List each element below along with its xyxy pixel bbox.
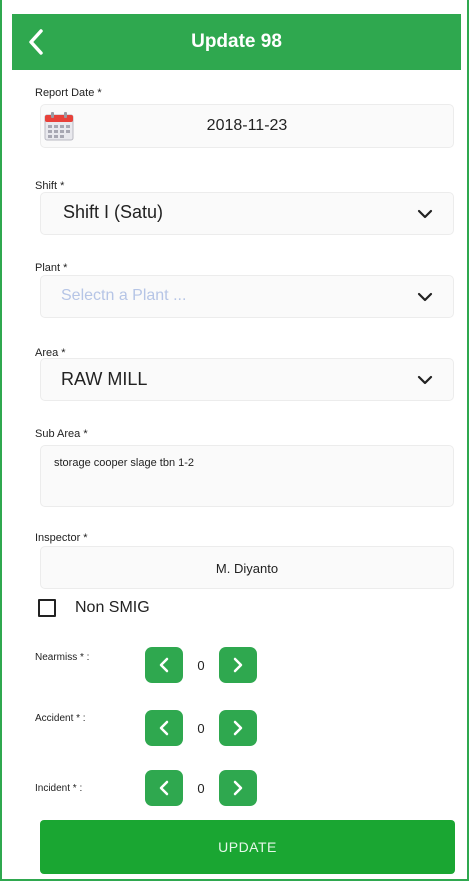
nearmiss-value: 0	[197, 657, 205, 673]
chevron-right-icon	[233, 720, 243, 736]
accident-increment-button[interactable]	[219, 710, 257, 746]
chevron-down-icon	[417, 375, 433, 384]
shift-value: Shift I (Satu)	[63, 202, 164, 222]
sub-area-textarea[interactable]: storage cooper slage tbn 1-2	[40, 445, 454, 507]
chevron-left-icon	[159, 780, 169, 796]
accident-stepper: 0	[145, 710, 257, 746]
inspector-value: M. Diyanto	[215, 561, 279, 576]
inspector-label: Inspector *	[35, 532, 88, 544]
accident-decrement-button[interactable]	[145, 710, 183, 746]
chevron-left-icon	[159, 657, 169, 673]
incident-value: 0	[197, 780, 205, 796]
inspector-field[interactable]: M. Diyanto	[40, 546, 454, 589]
accident-label: Accident * :	[35, 713, 86, 724]
nearmiss-label: Nearmiss * :	[35, 652, 90, 663]
area-select[interactable]: RAW MILL	[40, 358, 454, 401]
plant-placeholder: Selectn a Plant ...	[61, 287, 187, 304]
back-button[interactable]	[18, 24, 54, 60]
accident-value: 0	[197, 720, 205, 736]
non-smig-label: Non SMIG	[75, 599, 150, 616]
report-date-value: 2018-11-23	[206, 117, 288, 134]
plant-select[interactable]: Selectn a Plant ...	[40, 275, 454, 318]
sub-area-label: Sub Area *	[35, 428, 88, 440]
nearmiss-stepper: 0	[145, 647, 257, 683]
area-value: RAW MILL	[61, 369, 148, 389]
sub-area-value: storage cooper slage tbn 1-2	[54, 457, 195, 469]
update-button[interactable]: UPDATE	[40, 820, 455, 874]
report-date-field[interactable]: 2018-11-23	[40, 104, 454, 148]
nearmiss-increment-button[interactable]	[219, 647, 257, 683]
chevron-down-icon	[417, 292, 433, 301]
incident-label: Incident * :	[35, 783, 83, 794]
page-title: Update 98	[191, 31, 282, 52]
shift-label: Shift *	[35, 180, 65, 192]
nearmiss-decrement-button[interactable]	[145, 647, 183, 683]
report-date-label: Report Date *	[35, 87, 102, 99]
chevron-down-icon	[417, 209, 433, 218]
app-screen: Update 98 Report Date * 2018-11-23 Shift…	[0, 0, 469, 881]
app-header: Update 98	[12, 14, 461, 70]
shift-select[interactable]: Shift I (Satu)	[40, 192, 454, 235]
incident-decrement-button[interactable]	[145, 770, 183, 806]
chevron-right-icon	[233, 780, 243, 796]
incident-stepper: 0	[145, 770, 257, 806]
chevron-left-icon	[29, 29, 43, 55]
non-smig-checkbox[interactable]	[38, 599, 56, 617]
chevron-right-icon	[233, 657, 243, 673]
incident-increment-button[interactable]	[219, 770, 257, 806]
chevron-left-icon	[159, 720, 169, 736]
plant-label: Plant *	[35, 262, 68, 274]
